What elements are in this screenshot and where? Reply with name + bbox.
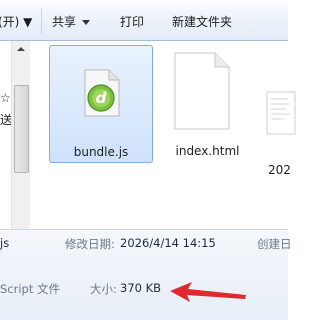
file-name-detail: js	[0, 236, 10, 250]
new-folder-label: 新建文件夹	[172, 15, 233, 29]
open-with-label: (开) ▼	[0, 15, 33, 29]
scroll-up-button[interactable]	[12, 41, 30, 57]
created-date-key: 创建日	[257, 237, 292, 251]
red-arrow-annotation-icon	[170, 282, 246, 302]
size-key: 大小:	[90, 282, 117, 296]
svg-text:d: d	[96, 89, 107, 107]
new-folder-button[interactable]: 新建文件夹	[172, 12, 232, 32]
print-button[interactable]: 打印	[120, 12, 144, 32]
toolbar-separator	[41, 8, 42, 34]
modified-date-value: 2026/4/14 14:15	[120, 236, 216, 250]
dreamweaver-js-file-icon: d	[84, 69, 120, 117]
file-type-value: Script 文件	[0, 282, 61, 296]
file-name-label: bundle.js	[73, 145, 129, 159]
chevron-down-icon	[82, 20, 91, 25]
file-item-index-html[interactable]: index.html	[160, 45, 255, 161]
file-name-label: 202	[268, 163, 291, 177]
command-toolbar: (开) ▼ 共享 打印 新建文件夹	[0, 0, 288, 41]
open-with-button[interactable]: (开) ▼	[0, 12, 32, 32]
share-button[interactable]: 共享	[52, 12, 91, 32]
file-name-label: index.html	[175, 144, 240, 158]
arrow-up-icon	[17, 47, 25, 51]
nav-favorites-item[interactable]: ☆	[0, 91, 11, 105]
file-item-partial[interactable]: 202	[262, 45, 296, 180]
partial-document-icon	[266, 91, 296, 135]
modified-date-key: 修改日期:	[65, 237, 115, 251]
blank-document-icon	[174, 52, 230, 130]
share-label: 共享	[52, 15, 77, 29]
print-label: 打印	[120, 15, 145, 29]
file-item-bundle-js[interactable]: d bundle.js	[49, 45, 153, 163]
size-value: 370 KB	[120, 281, 162, 295]
scroll-thumb[interactable]	[14, 85, 29, 173]
details-pane: js 修改日期: 2026/4/14 14:15 创建日 Script 文件 大…	[0, 229, 292, 320]
nav-scrollbar[interactable]	[11, 41, 30, 251]
